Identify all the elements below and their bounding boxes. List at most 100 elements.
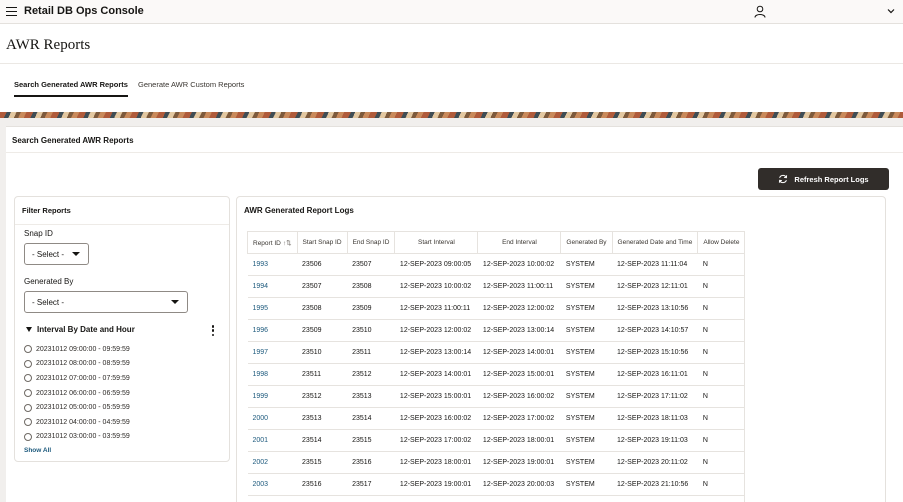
column-header-allow-delete[interactable]: Allow Delete bbox=[697, 231, 746, 254]
table-cell: 23511 bbox=[297, 363, 348, 386]
column-header-generated-date-time[interactable]: Generated Date and Time bbox=[611, 231, 699, 254]
table-cell: SYSTEM bbox=[560, 275, 613, 298]
table-row[interactable]: 2000 23513 23514 12-SEP-2023 16:00:02 12-SEP… bbox=[247, 407, 746, 430]
table-cell: 12-SEP-2023 09:00:05 bbox=[394, 253, 478, 276]
table-cell: 23515 bbox=[297, 451, 348, 474]
table-cell: 12-SEP-2023 14:00:01 bbox=[394, 363, 478, 386]
interval-option[interactable]: 20231012 08:00:00 - 08:59:59 bbox=[24, 357, 130, 372]
column-header-start-interval[interactable]: Start Interval bbox=[394, 231, 479, 254]
table-row[interactable]: 1995 23508 23509 12-SEP-2023 11:00:11 12-SEP… bbox=[247, 297, 746, 320]
divider bbox=[6, 152, 903, 153]
table-cell: 12-SEP-2023 15:00:01 bbox=[477, 363, 561, 386]
radio-button[interactable] bbox=[24, 403, 32, 412]
report-id-link[interactable]: 1993 bbox=[253, 261, 269, 268]
report-id-link[interactable]: 1999 bbox=[253, 393, 269, 400]
table-cell: 23510 bbox=[347, 319, 395, 342]
table-cell: SYSTEM bbox=[560, 253, 613, 276]
table-cell: 23507 bbox=[347, 253, 395, 276]
sort-icon[interactable]: ↑⇅ bbox=[283, 240, 292, 247]
app-title: Retail DB Ops Console bbox=[24, 5, 144, 17]
interval-option[interactable]: 20231012 05:00:00 - 05:59:59 bbox=[24, 400, 130, 415]
interval-option[interactable]: 20231012 07:00:00 - 07:59:59 bbox=[24, 371, 130, 386]
report-id-cell[interactable]: 1998 bbox=[247, 363, 298, 386]
column-header-report-id[interactable]: Report ID ↑⇅ bbox=[247, 231, 298, 254]
hamburger-menu-icon[interactable] bbox=[6, 7, 17, 16]
report-id-cell[interactable]: 2004 bbox=[247, 495, 298, 502]
radio-button[interactable] bbox=[24, 359, 32, 368]
snap-id-label: Snap ID bbox=[24, 229, 53, 238]
chevron-down-icon[interactable] bbox=[886, 6, 896, 16]
tab-search-generated-awr-reports[interactable]: Search Generated AWR Reports bbox=[14, 80, 128, 97]
interval-group-toggle[interactable]: Interval By Date and Hour bbox=[26, 325, 135, 334]
report-id-cell[interactable]: 1994 bbox=[247, 275, 298, 298]
table-row[interactable]: 1994 23507 23508 12-SEP-2023 10:00:02 12-SEP… bbox=[247, 275, 746, 298]
table-cell: 12-SEP-2023 10:00:02 bbox=[394, 275, 478, 298]
table-cell: N bbox=[697, 473, 746, 496]
table-cell: 23514 bbox=[297, 429, 348, 452]
table-row[interactable]: 2001 23514 23515 12-SEP-2023 17:00:02 12-SEP… bbox=[247, 429, 746, 452]
interval-option[interactable]: 20231012 09:00:00 - 09:59:59 bbox=[24, 342, 130, 357]
report-id-link[interactable]: 2002 bbox=[253, 459, 269, 466]
table-cell: 12-SEP-2023 16:00:02 bbox=[394, 407, 478, 430]
interval-option[interactable]: 20231012 03:00:00 - 03:59:59 bbox=[24, 430, 130, 445]
radio-button[interactable] bbox=[24, 374, 32, 383]
report-id-link[interactable]: 2001 bbox=[253, 437, 269, 444]
table-row[interactable]: 1998 23511 23512 12-SEP-2023 14:00:01 12-SEP… bbox=[247, 363, 746, 386]
table-row[interactable]: 2003 23516 23517 12-SEP-2023 19:00:01 12-SEP… bbox=[247, 473, 746, 496]
radio-button[interactable] bbox=[24, 389, 32, 398]
refresh-report-logs-button[interactable]: Refresh Report Logs bbox=[758, 168, 889, 190]
report-id-cell[interactable]: 2001 bbox=[247, 429, 298, 452]
column-header-end-interval[interactable]: End Interval bbox=[477, 231, 562, 254]
report-id-link[interactable]: 2000 bbox=[253, 415, 269, 422]
report-id-link[interactable]: 2003 bbox=[253, 481, 269, 488]
radio-button[interactable] bbox=[24, 345, 32, 354]
table-cell: 23510 bbox=[297, 341, 348, 364]
report-id-link[interactable]: 1994 bbox=[253, 283, 269, 290]
table-cell: N bbox=[697, 297, 746, 320]
report-id-cell[interactable]: 1997 bbox=[247, 341, 298, 364]
interval-option[interactable]: 20231012 04:00:00 - 04:59:59 bbox=[24, 415, 130, 430]
column-header-end-snap-id[interactable]: End Snap ID bbox=[346, 231, 396, 254]
interval-option[interactable]: 20231012 06:00:00 - 06:59:59 bbox=[24, 386, 130, 401]
report-id-cell[interactable]: 1993 bbox=[247, 253, 298, 276]
report-id-cell[interactable]: 1999 bbox=[247, 385, 298, 408]
table-row[interactable]: 2002 23515 23516 12-SEP-2023 18:00:01 12-SEP… bbox=[247, 451, 746, 474]
table-row[interactable]: 1993 23506 23507 12-SEP-2023 09:00:05 12-SEP… bbox=[247, 253, 746, 276]
show-all-link[interactable]: Show All bbox=[24, 447, 51, 454]
table-row[interactable]: 1996 23509 23510 12-SEP-2023 12:00:02 12-SEP… bbox=[247, 319, 746, 342]
column-header-start-snap-id[interactable]: Start Snap ID bbox=[296, 231, 348, 254]
page-header: AWR Reports Search Generated AWR Reports… bbox=[0, 24, 903, 112]
report-logs-table: Report ID ↑⇅ Start Snap ID End Snap ID St… bbox=[247, 231, 746, 502]
report-id-link[interactable]: 1998 bbox=[253, 371, 269, 378]
report-id-cell[interactable]: 1996 bbox=[247, 319, 298, 342]
report-id-cell[interactable]: 2002 bbox=[247, 451, 298, 474]
tab-generate-awr-custom-reports[interactable]: Generate AWR Custom Reports bbox=[138, 80, 244, 95]
report-id-link[interactable]: 1996 bbox=[253, 327, 269, 334]
table-cell: 12-SEP-2023 22:11:02 bbox=[612, 495, 698, 502]
report-id-cell[interactable]: 2000 bbox=[247, 407, 298, 430]
snap-id-select[interactable]: - Select - bbox=[24, 243, 89, 265]
more-actions-icon[interactable] bbox=[211, 325, 215, 336]
radio-button[interactable] bbox=[24, 432, 32, 441]
table-cell: 23509 bbox=[347, 297, 395, 320]
report-id-cell[interactable]: 2003 bbox=[247, 473, 298, 496]
interval-option-label: 20231012 04:00:00 - 04:59:59 bbox=[36, 418, 130, 426]
table-row[interactable]: 1999 23512 23513 12-SEP-2023 15:00:01 12-SEP… bbox=[247, 385, 746, 408]
table-row[interactable]: 1997 23510 23511 12-SEP-2023 13:00:14 12-SEP… bbox=[247, 341, 746, 364]
radio-button[interactable] bbox=[24, 418, 32, 427]
main-content: Search Generated AWR Reports Refresh Rep… bbox=[6, 126, 903, 502]
generated-by-select[interactable]: - Select - bbox=[24, 291, 188, 313]
table-row[interactable]: 2004235172351812-SEP-2023 20:00:0312-SEP… bbox=[247, 495, 746, 502]
table-cell: SYSTEM bbox=[560, 473, 613, 496]
column-header-generated-by[interactable]: Generated By bbox=[560, 231, 613, 254]
report-id-link[interactable]: 1995 bbox=[253, 305, 269, 312]
user-icon[interactable] bbox=[754, 5, 766, 18]
table-cell: 12-SEP-2023 21:00:17 bbox=[477, 495, 561, 502]
report-id-link[interactable]: 1997 bbox=[253, 349, 269, 356]
report-id-cell[interactable]: 1995 bbox=[247, 297, 298, 320]
table-cell: SYSTEM bbox=[560, 429, 613, 452]
table-cell: SYSTEM bbox=[560, 495, 613, 502]
interval-option-label: 20231012 07:00:00 - 07:59:59 bbox=[36, 374, 130, 382]
table-cell: 12-SEP-2023 18:00:01 bbox=[477, 429, 561, 452]
table-cell: 12-SEP-2023 13:10:56 bbox=[612, 297, 698, 320]
